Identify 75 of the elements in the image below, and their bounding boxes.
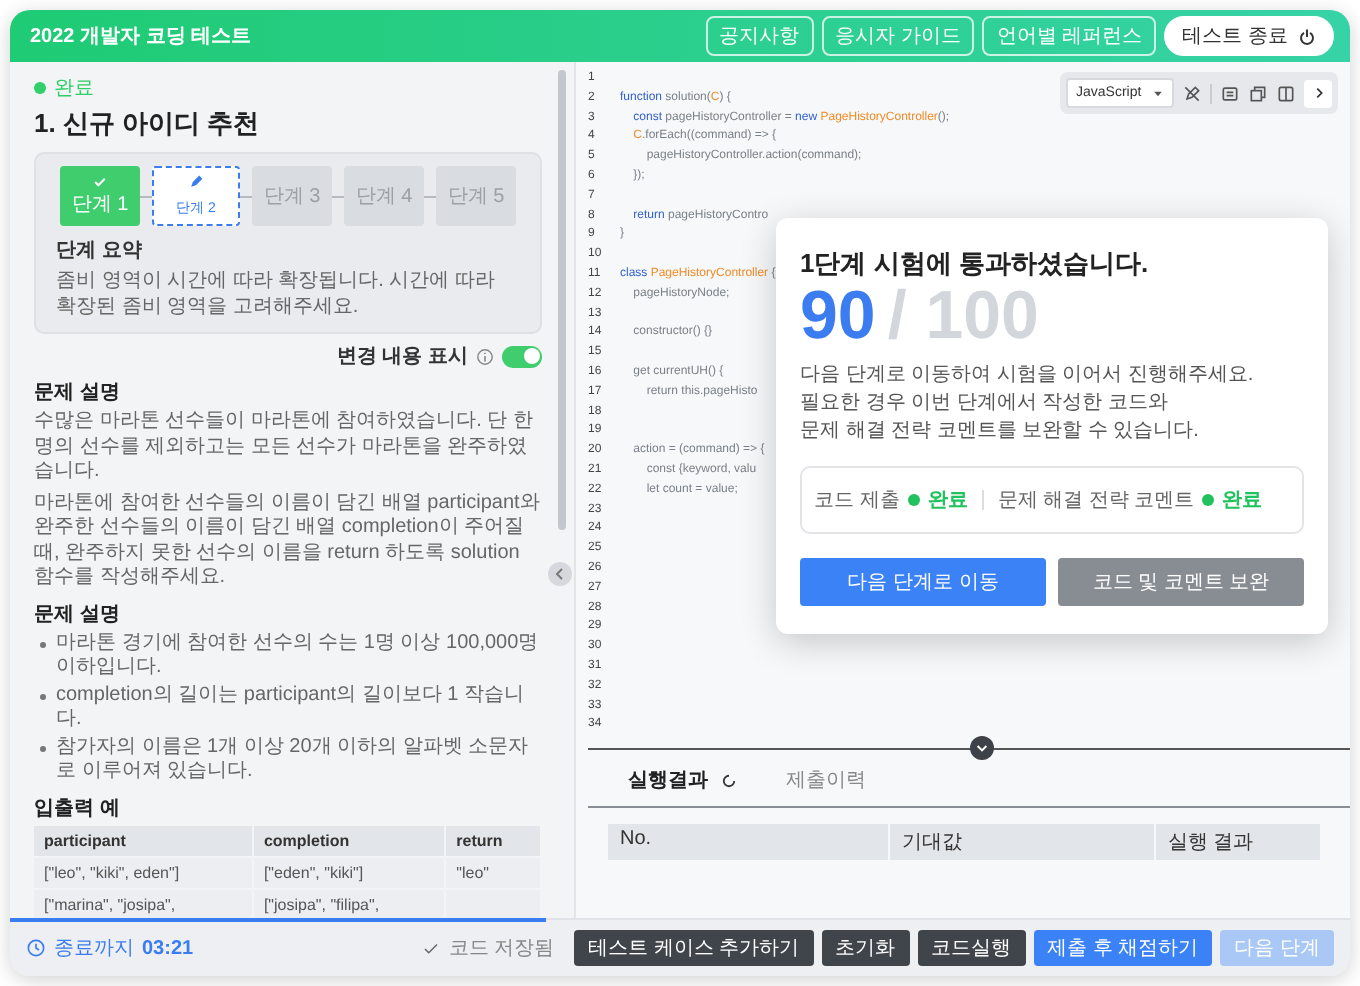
table-header-cell: return (445, 825, 541, 856)
constraint-text: completion의 길이는 participant의 길이보다 1 작습니다. (56, 683, 526, 733)
caret-icon (1152, 87, 1164, 99)
scrollbar[interactable] (558, 70, 566, 530)
status-value: 완료 (927, 488, 968, 514)
dialog-text: 필요한 경우 이번 단계에서 작성한 코드와 (800, 390, 1170, 418)
revise-button[interactable]: 코드 및 코멘트 보완 (1058, 558, 1304, 606)
toggle-label: 변경 내용 표시 (336, 344, 468, 370)
constraint-text: 참가자의 이름은 1개 이상 20개 이하의 알파벳 소문자로 이루어져 있습니다. (56, 735, 531, 785)
summary-text: 좀비 영역이 시간에 따라 확장됩니다. 시간에 따라 확장된 좀비 영역을 고려해주세요. (56, 268, 497, 320)
bullet-dot (40, 641, 46, 647)
table-header-cell: 기대값 (890, 824, 1156, 861)
table-cell: ["josipa", "filipa", (252, 888, 446, 919)
description-paragraph: 수많은 마라톤 선수들이 마라톤에 참여하였습니다. 단 한 명의 선수를 제외하고는 모든 선수가 마라톤을 완주하였습니다. (34, 410, 535, 485)
app-title: 2022 개발자 코딩 테스트 (30, 24, 254, 50)
summary-title: 단계 요약 (56, 238, 144, 264)
step-item[interactable]: 단계 3 (252, 166, 332, 226)
header-button[interactable]: 응시자 가이드 (821, 16, 975, 56)
toggle-switch[interactable] (502, 345, 542, 367)
status-label: 문제 해결 전략 코멘트 (997, 488, 1195, 514)
table-cell: ["leo", "kiki", eden"] (34, 856, 253, 888)
clock-icon (26, 938, 46, 958)
dialog-title: 1단계 시험에 통과하셨습니다. (800, 246, 1151, 282)
panel-icon[interactable] (1220, 83, 1240, 103)
status-dot (34, 82, 46, 94)
status-label: 코드 제출 (814, 488, 900, 514)
table-header-cell: participant (34, 825, 253, 856)
check-icon (92, 174, 108, 190)
end-test-button[interactable]: 테스트 종료 (1164, 16, 1334, 56)
bullet-dot (40, 745, 46, 751)
step-item[interactable]: 단계 1 (60, 166, 140, 226)
saved-status: 코드 저장됨 (448, 936, 555, 962)
problem-title: 1. 신규 아이디 추천 (34, 106, 262, 142)
timer-label: 종료까지 (54, 936, 134, 962)
info-icon (476, 347, 494, 365)
check-icon (422, 939, 441, 957)
bullet-dot (40, 693, 46, 699)
pen-off-icon[interactable] (1182, 83, 1202, 103)
step-item[interactable]: 단계 4 (344, 166, 424, 226)
dialog-text: 문제 해결 전략 코멘트를 보완할 수 있습니다. (800, 418, 1201, 446)
step-item[interactable]: 단계 5 (436, 166, 516, 226)
section-heading: 입출력 예 (34, 795, 122, 821)
section-heading: 문제 설명 (34, 601, 122, 627)
section-heading: 문제 설명 (34, 380, 122, 406)
header-button[interactable]: 언어별 레퍼런스 (982, 16, 1157, 56)
result-tab[interactable]: 실행결과 (628, 766, 708, 795)
action-button[interactable]: 테스트 케이스 추가하기 (574, 930, 814, 966)
pencil-icon (188, 174, 204, 190)
split-view-icon[interactable] (1276, 83, 1296, 103)
chevron-left-icon[interactable] (548, 562, 572, 586)
status-label: 완료 (54, 76, 94, 102)
table-cell: ["eden", "kiki"] (252, 856, 446, 888)
constraint-text: 마라톤 경기에 참여한 선수의 수는 1명 이상 100,000명 이하입니다. (56, 631, 541, 681)
score-value: 90 (800, 282, 876, 350)
action-button[interactable]: 코드실행 (917, 930, 1026, 966)
chevron-right-button[interactable] (1304, 79, 1332, 107)
power-icon (1298, 27, 1316, 45)
status-value: 완료 (1222, 488, 1263, 514)
description-paragraph: 마라톤에 참여한 선수들의 이름이 담긴 배열 participant와 완주한 선수들의 이름이 담긴 배열 completion이 주어질 때, 완주하지 못한 선수의 이름을 return 하도록 solution 함수를 작성해주세요. (34, 491, 542, 591)
table-header-cell: No. (608, 824, 891, 861)
table-header-cell: completion (252, 825, 446, 856)
timer-value: 03:21 (142, 937, 194, 959)
table-header-cell: 실행 결과 (1155, 824, 1322, 861)
result-tab[interactable]: 제출이력 (786, 766, 866, 795)
chevron-down-icon[interactable] (969, 736, 993, 761)
chevron-right-icon (1311, 86, 1325, 100)
action-button[interactable]: 초기화 (821, 930, 910, 966)
action-button[interactable]: 제출 후 채점하기 (1033, 930, 1213, 966)
header-button[interactable]: 공지사항 (705, 16, 814, 56)
copy-icon[interactable] (1248, 83, 1268, 103)
dialog-text: 다음 단계로 이동하여 시험을 이어서 진행해주세요. (800, 362, 1256, 390)
table-cell: "leo" (445, 856, 541, 888)
table-cell: ["marina", "josipa", (34, 888, 253, 919)
next-step-button[interactable]: 다음 단계로 이동 (800, 558, 1046, 606)
refresh-icon[interactable] (720, 771, 738, 790)
